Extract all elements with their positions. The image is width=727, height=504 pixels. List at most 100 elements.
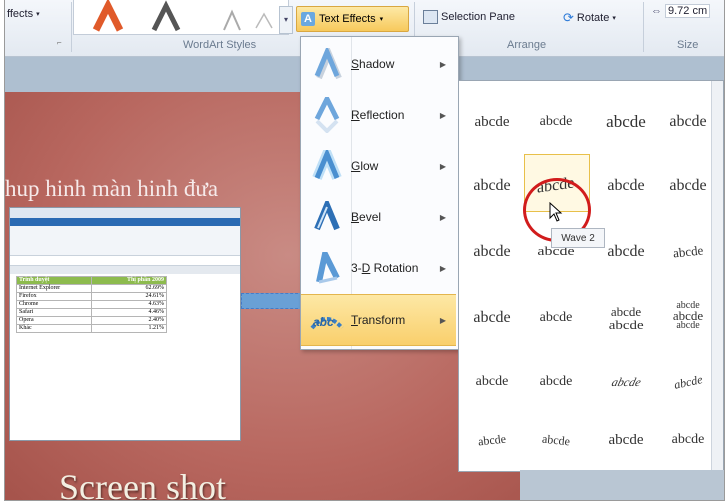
mouse-pointer-icon <box>549 202 563 222</box>
app-window: ffects ▾ ⌐ ▾ WordArt Styles A Text Effec… <box>4 0 725 501</box>
transform-option[interactable]: abcde <box>460 100 524 144</box>
bevel-icon <box>309 199 345 235</box>
transform-option[interactable]: abcde abcde abcde <box>656 294 720 338</box>
menu-item-shadow[interactable]: Shadow ▶ <box>301 39 456 89</box>
glow-icon <box>309 148 345 184</box>
submenu-arrow-icon: ▶ <box>439 161 446 171</box>
transform-sample: abcde <box>608 431 644 448</box>
transform-sample: abcde <box>669 177 707 194</box>
selected-textbox-handle[interactable] <box>241 293 303 309</box>
text-effects-menu: Shadow ▶ Reflection ▶ Glow ▶ Bevel ▶ 3-D… <box>300 36 459 350</box>
table-cell: Khác <box>16 324 92 333</box>
transform-option[interactable]: abcde <box>594 164 658 208</box>
text-effects-icon: A <box>301 12 315 26</box>
transform-option[interactable]: abcde <box>656 418 720 462</box>
transform-icon: abc <box>309 302 345 338</box>
wordart-samples-icon <box>92 0 273 32</box>
transform-option[interactable]: abcde <box>656 100 720 144</box>
table-cell: Opera <box>16 316 92 325</box>
ribbon-separator <box>71 2 72 52</box>
table-cell: Firefox <box>16 292 92 301</box>
shape-effects-label: ffects <box>7 8 34 20</box>
table-header-cell: Trinh duyệt <box>16 276 92 285</box>
transform-option[interactable]: abcde <box>460 360 524 404</box>
wordart-title[interactable]: Screen shot <box>59 466 226 500</box>
transform-option[interactable]: abcde <box>594 360 658 404</box>
menu-item-bevel[interactable]: Bevel ▶ <box>301 192 456 242</box>
transform-option[interactable]: abcde <box>460 230 524 274</box>
transform-option[interactable]: abcde <box>460 418 524 462</box>
submenu-arrow-icon: ▶ <box>439 315 446 325</box>
transform-option[interactable]: abcde <box>656 360 720 404</box>
wordart-styles-gallery[interactable] <box>73 0 289 35</box>
selection-pane-icon <box>423 10 438 24</box>
svg-text:abc: abc <box>313 315 334 329</box>
transform-option[interactable]: abcde <box>460 164 524 208</box>
slide-text-line[interactable]: hup hinh màn hinh đưa <box>5 176 218 202</box>
menu-item-glow[interactable]: Glow ▶ <box>301 141 456 191</box>
workspace-background <box>520 470 724 500</box>
text-effects-button[interactable]: A Text Effects ▾ <box>296 6 409 32</box>
dialog-launcher-icon[interactable]: ⌐ <box>57 38 62 47</box>
transform-option[interactable]: abcde abcde <box>594 296 658 340</box>
tooltip: Wave 2 <box>551 228 605 248</box>
table-row: Khác 1.21% <box>16 324 167 333</box>
transform-sample: abcde <box>606 112 646 131</box>
menu-item-transform[interactable]: abc Transform ▶ <box>301 294 456 346</box>
transform-sample: abcde <box>669 113 707 130</box>
transform-option[interactable]: abcde <box>656 230 720 274</box>
shape-width-field[interactable]: ⇔ 9.72 cm <box>651 4 711 18</box>
transform-sample: abcde <box>609 374 643 389</box>
submenu-arrow-icon: ▶ <box>439 59 446 69</box>
table-row: Opera 2.40% <box>16 316 167 325</box>
transform-option[interactable]: abcde <box>594 100 658 144</box>
transform-option[interactable]: abcde <box>524 296 588 340</box>
table-cell: Internet Explorer <box>16 284 92 293</box>
selection-pane-button[interactable]: Selection Pane <box>423 10 515 24</box>
menu-item-label: Reflection <box>351 108 405 122</box>
table-cell: 4.46% <box>91 308 167 317</box>
menu-item-3d-rotation[interactable]: 3-D Rotation ▶ <box>301 243 456 293</box>
table-cell: 2.40% <box>91 316 167 325</box>
ribbon-separator <box>643 2 644 52</box>
shape-width-value: 9.72 cm <box>665 4 711 18</box>
transform-sample: abcde <box>607 177 645 194</box>
menu-item-reflection[interactable]: Reflection ▶ <box>301 90 456 140</box>
transform-option[interactable]: abcde <box>524 100 588 144</box>
transform-option[interactable]: abcde <box>524 360 588 404</box>
transform-sample: abcde <box>608 317 644 332</box>
transform-option[interactable]: abcde <box>524 418 588 462</box>
transform-sample: abcde <box>539 374 573 389</box>
submenu-arrow-icon: ▶ <box>439 263 446 273</box>
menu-item-label: 3-D Rotation <box>351 261 419 275</box>
submenu-arrow-icon: ▶ <box>439 212 446 222</box>
table-row: Internet Explorer 62.69% <box>16 284 167 293</box>
shape-effects-button[interactable]: ffects ▾ <box>7 8 40 20</box>
transform-sample: abcde <box>539 114 573 129</box>
table-cell: 62.69% <box>91 284 167 293</box>
rotate-label: Rotate <box>576 12 610 24</box>
excel-ribbon <box>10 226 240 256</box>
transform-option[interactable]: abcde <box>460 296 524 340</box>
transform-sample: abcde <box>671 432 705 447</box>
excel-formula-bar <box>10 256 240 266</box>
excel-screenshot-image[interactable]: Trinh duyệt Thị phần 2009 Internet Explo… <box>9 207 241 441</box>
table-header-cell: Thị phần 2009 <box>91 276 167 285</box>
dropdown-arrow-icon: ▾ <box>379 16 384 23</box>
excel-data-table: Trinh duyệt Thị phần 2009 Internet Explo… <box>16 276 167 333</box>
3d-rotation-icon <box>309 250 345 286</box>
menu-item-label: Shadow <box>351 57 395 71</box>
selection-pane-label: Selection Pane <box>441 11 515 23</box>
transform-option[interactable]: abcde <box>656 164 720 208</box>
transform-sample: abcde <box>474 113 510 130</box>
menu-item-label: Transform <box>351 313 406 327</box>
transform-sample: abcde <box>473 309 511 326</box>
transform-sample: abcde <box>475 374 509 389</box>
rotate-button[interactable]: ⟳ Rotate ▾ <box>563 10 616 26</box>
table-cell: 4.63% <box>91 300 167 309</box>
table-header-row: Trinh duyệt Thị phần 2009 <box>16 276 167 285</box>
transform-option[interactable]: abcde <box>594 418 658 462</box>
gallery-more-button[interactable]: ▾ <box>279 6 293 34</box>
menu-item-label: Glow <box>351 159 379 173</box>
wordart-styles-group-label: WordArt Styles <box>183 39 257 51</box>
